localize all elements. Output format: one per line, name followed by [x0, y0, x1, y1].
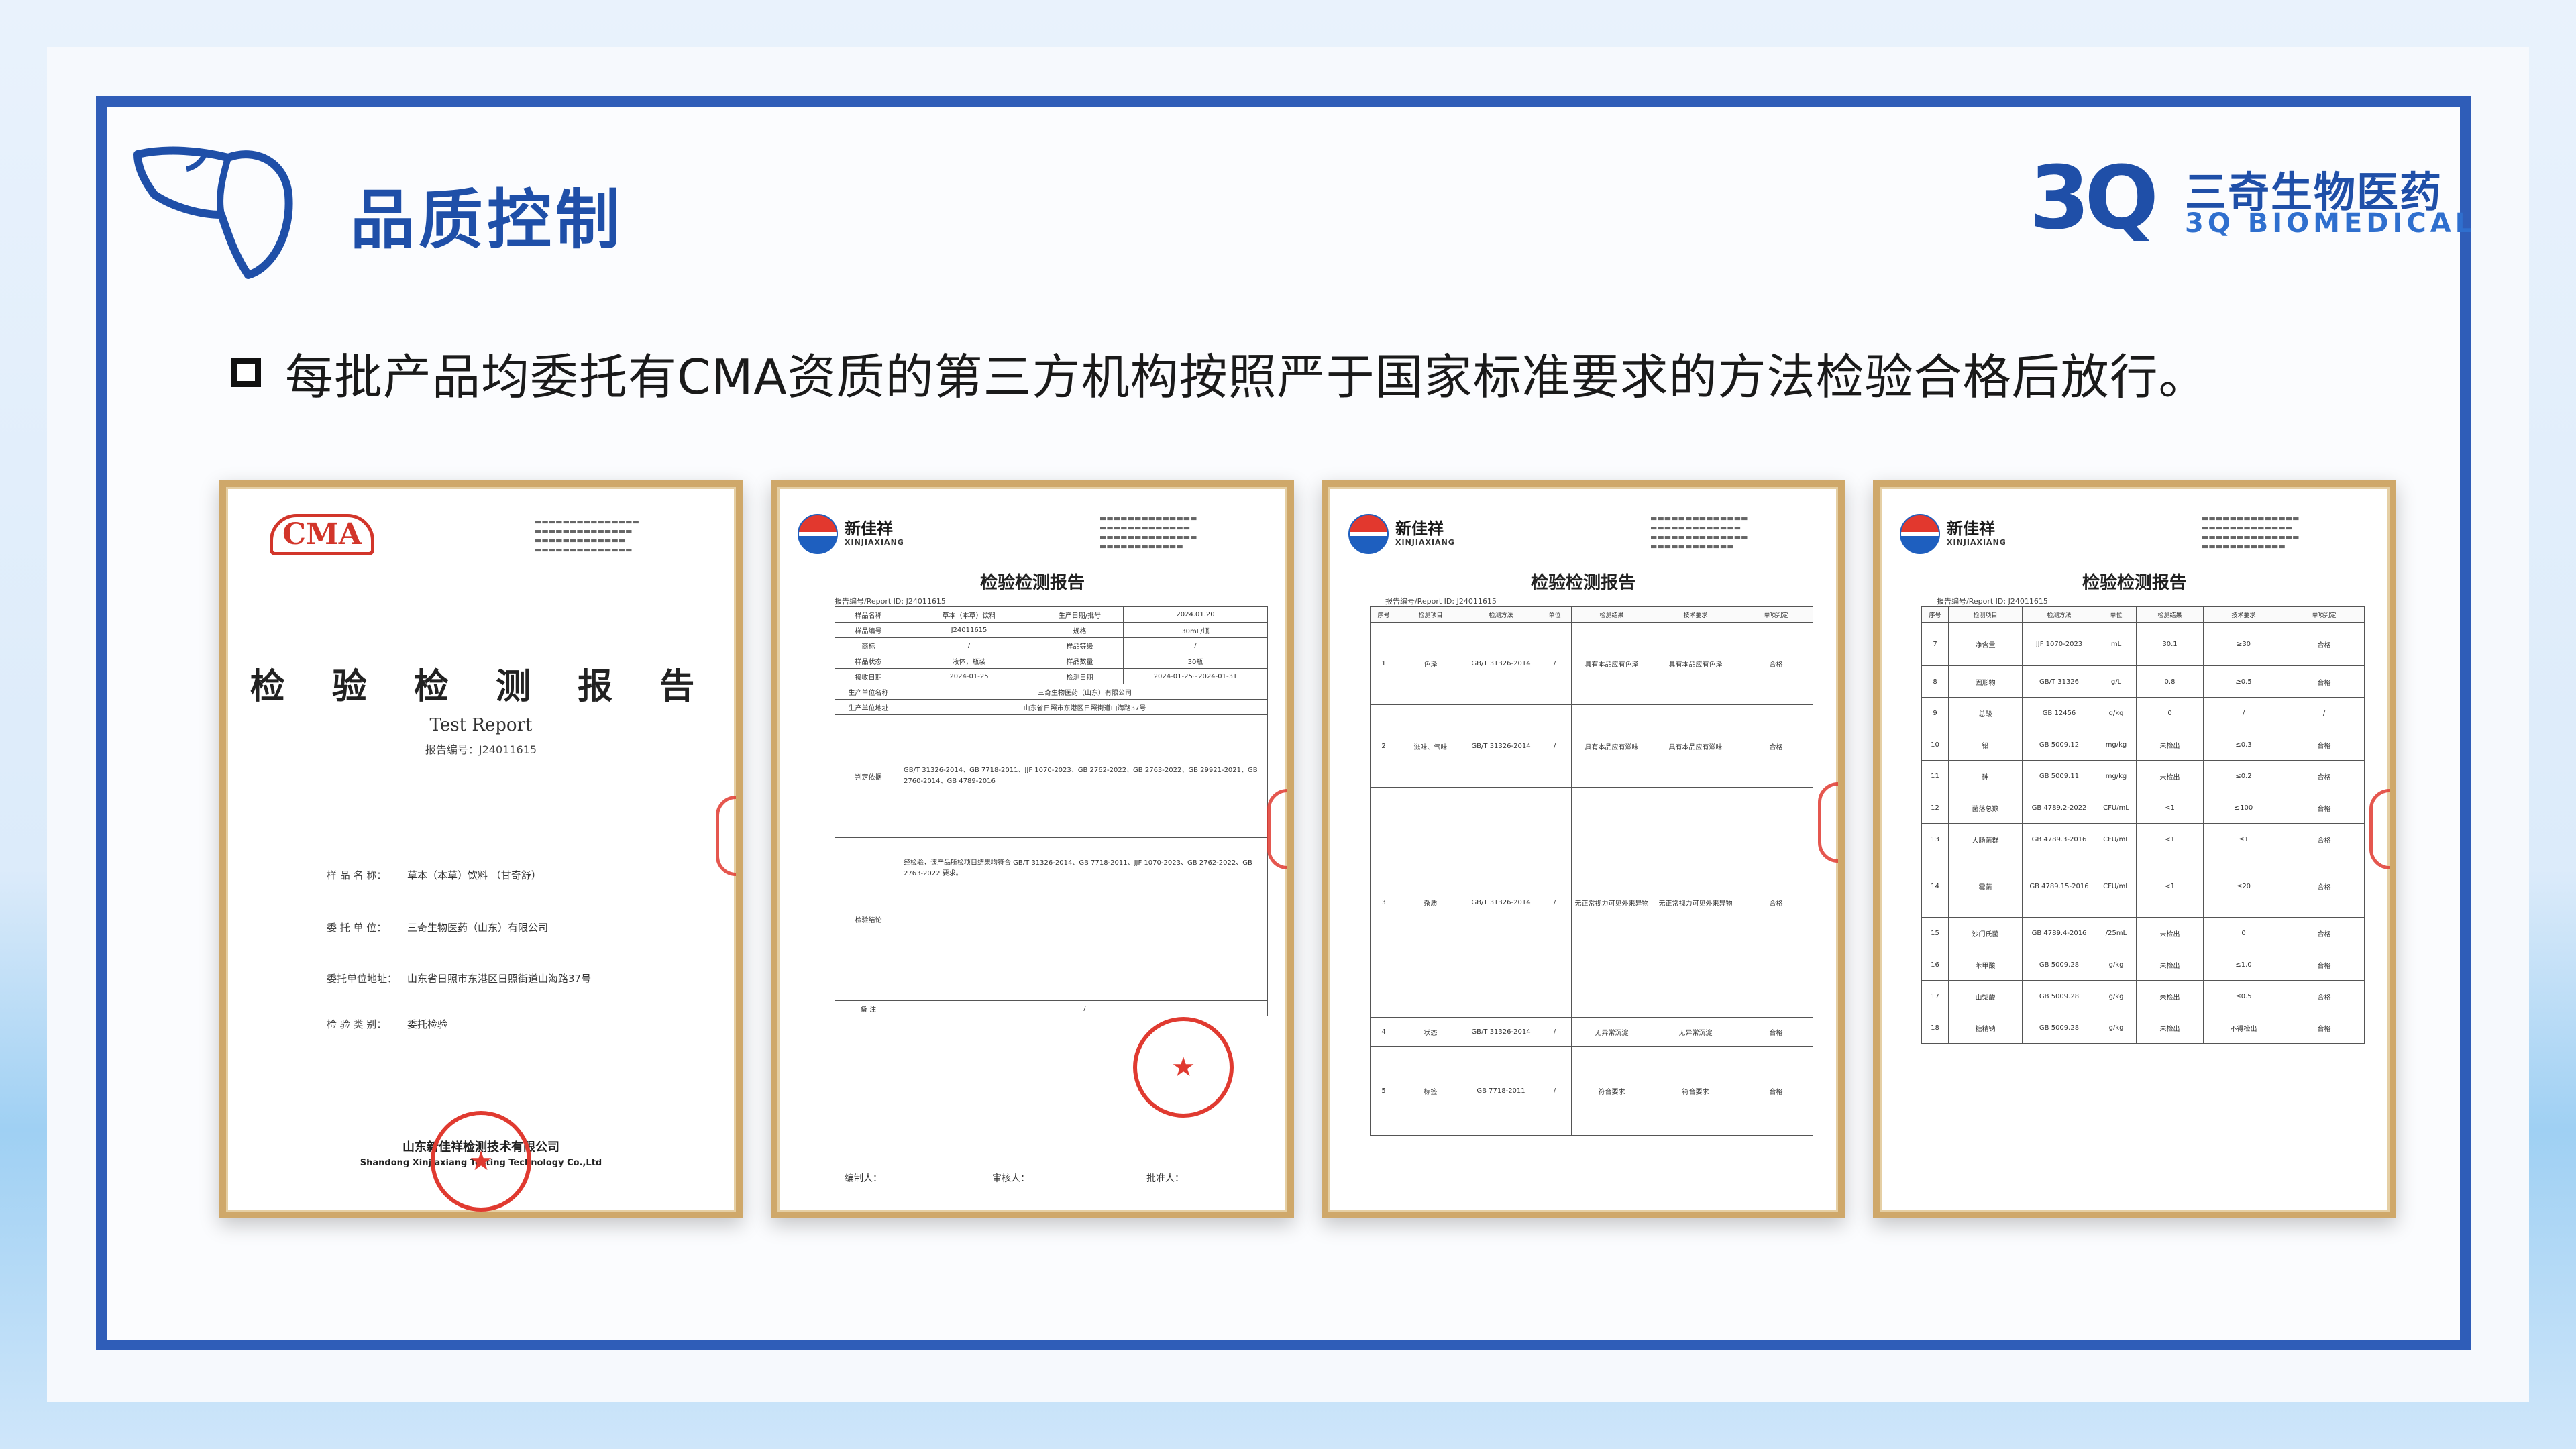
- lab-emblem-icon: [1900, 514, 1940, 554]
- table-row: 12 菌落总数 GB 4789.2-2022 CFU/mL <1 ≤100 合格: [1921, 792, 2365, 824]
- table-row: 17 山梨酸 GB 5009.28 g/kg 未检出 ≤0.5 合格: [1921, 980, 2365, 1012]
- table-row: 样品状态 液体，瓶装 样品数量 30瓶: [835, 653, 1268, 669]
- table-row: 判定依据 GB/T 31326-2014、GB 7718-2011、JJF 107…: [835, 714, 1268, 838]
- report-number: 报告编号：J24011615: [425, 743, 537, 756]
- lab-emblem-icon: [1348, 514, 1389, 554]
- table-row: 15 沙门氏菌 GB 4789.4-2016/25mL 未检出 0 合格: [1921, 917, 2365, 949]
- report-number: 报告编号/Report ID: J24011615: [835, 597, 946, 606]
- table-row: 8 固形物 GB/T 31326 g/L 0.8 ≥0.5 合格: [1921, 665, 2365, 698]
- table-row: 4 状态 GB/T 31326-2014/无异常沉淀 无异常沉淀 合格: [1370, 1017, 1813, 1046]
- results-table: 序号 检测项目 检测方法 单位 检测结果 技术要求 单项判定 1 色泽 GB/T 31326-2…: [1370, 606, 1813, 1136]
- table-row: 生产单位地址 山东省日照市东港区日照街道山海路37号: [835, 699, 1268, 715]
- header-fine-print: ▬▬▬▬▬▬▬▬▬▬▬▬▬▬▬▬▬▬▬▬▬▬▬▬▬▬▬▬▬▬▬▬▬▬▬▬▬▬▬▬…: [2202, 514, 2300, 551]
- table-row: 2 滋味、气味 GB/T 31326-2014/具有本品应有滋味 具有本品应有滋味 合格: [1370, 704, 1813, 788]
- header-fine-print: ▬▬▬▬▬▬▬▬▬▬▬▬▬▬▬▬▬▬▬▬▬▬▬▬▬▬▬▬▬▬▬▬▬▬▬▬▬▬▬▬…: [1650, 514, 1748, 551]
- table-row: 7 净含量 JJF 1070-2023 mL 30.1 ≥30 合格: [1921, 622, 2365, 666]
- report-title: 检验检测报告: [2082, 573, 2187, 593]
- report-page-image: 新佳祥 XINJIAXIANG ▬▬▬▬▬▬▬▬▬▬▬▬▬▬ ▬▬▬▬▬▬▬▬▬▬…: [1322, 480, 1845, 1218]
- table-row: 11 砷 GB 5009.11 mg/kg 未检出 ≤0.2 合格: [1921, 760, 2365, 792]
- table-row: 检验结论 经检验，该产品所检项目结果均符合 GB/T 31326-2014、GB …: [835, 837, 1268, 1001]
- edge-seal: [716, 796, 736, 876]
- edge-seal: [1267, 789, 1287, 869]
- cma-mark: CMA: [270, 514, 374, 555]
- table-header-row: 序号 检测项目 检测方法 单位 检测结果 技术要求 单项判定: [1921, 606, 2365, 623]
- sample-info-table: 样品名称 草本（本草）饮料 生产日期/批号 2024.01.20 样品编号 J24011…: [835, 606, 1268, 1016]
- table-row: 商标 / 样品等级 /: [835, 637, 1268, 653]
- report-title: 检验检测报告: [1530, 573, 1635, 593]
- statement-text: 每批产品均委托有CMA资质的第三方机构按照严于国家标准要求的方法检验合格后放行。: [285, 348, 2208, 405]
- header-fine-print: ▬▬▬▬▬▬▬▬▬▬▬▬▬▬▬▬▬▬▬▬▬▬▬▬▬▬▬▬▬▬▬▬▬▬▬▬▬▬▬▬…: [1099, 514, 1197, 551]
- report-cover-image: CMA ▬▬▬▬▬▬▬▬▬▬▬▬▬▬▬ ▬▬▬▬▬▬▬▬▬▬▬▬▬▬ ▬▬▬▬▬▬▬…: [219, 480, 743, 1218]
- field-row: 委 托 单 位： 三奇生物医药（山东）有限公司: [327, 922, 549, 934]
- table-header-row: 序号 检测项目 检测方法 单位 检测结果 技术要求 单项判定: [1370, 606, 1813, 623]
- page-title: 品质控制: [350, 182, 624, 258]
- report-page-image: 新佳祥 XINJIAXIANG ▬▬▬▬▬▬▬▬▬▬▬▬▬▬ ▬▬▬▬▬▬▬▬▬▬…: [771, 480, 1294, 1218]
- table-row: 3 杂质 GB/T 31326-2014/无正常视力可见外来异物 无正常视力可见外来异…: [1370, 787, 1813, 1018]
- brand-logo: 3Q 三奇生物医药 3Q BIOMEDICAL: [2029, 147, 2472, 249]
- brand-mark: 3Q: [2029, 147, 2159, 249]
- report-title: 检验检测报告: [979, 573, 1085, 593]
- official-seal: ★: [431, 1111, 531, 1212]
- table-row: 样品编号 J24011615 规格 30mL/瓶: [835, 622, 1268, 638]
- field-row: 委托单位地址： 山东省日照市东港区日照街道山海路37号: [327, 973, 592, 985]
- brand-name-en: 3Q BIOMEDICAL: [2185, 208, 2477, 239]
- field-row: 检 验 类 别： 委托检验: [327, 1018, 448, 1030]
- liver-outline-icon: [133, 146, 293, 279]
- edge-seal: [1818, 782, 1838, 863]
- signer-label: 批准人：: [1146, 1173, 1184, 1184]
- table-row: 10 铅 GB 5009.12 mg/kg 未检出 ≤0.3 合格: [1921, 729, 2365, 761]
- signer-label: 审核人：: [992, 1173, 1030, 1184]
- official-seal: ★: [1133, 1017, 1234, 1118]
- signer-label: 编制人：: [845, 1173, 882, 1184]
- table-row: 接收日期 2024-01-25 检测日期 2024-01-25~2024-01-31: [835, 668, 1268, 684]
- report-title: 检 验 检 测 报 告: [250, 666, 712, 707]
- field-row: 样 品 名 称： 草本（本草）饮料 （甘奇舒）: [327, 869, 541, 881]
- lab-emblem-icon: [798, 514, 838, 554]
- table-row: 18 糖精钠 GB 5009.28 g/kg 未检出 不得检出 合格: [1921, 1012, 2365, 1044]
- edge-seal: [2369, 789, 2390, 869]
- table-row: 5 标签 GB 7718-2011/符合要求 符合要求 合格: [1370, 1046, 1813, 1136]
- table-row: 生产单位名称 三奇生物医药（山东）有限公司: [835, 684, 1268, 700]
- report-title-en: Test Report: [429, 715, 533, 735]
- table-row: 16 苯甲酸 GB 5009.28 g/kg 未检出 ≤1.0 合格: [1921, 949, 2365, 981]
- results-table: 序号 检测项目 检测方法 单位 检测结果 技术要求 单项判定 7 净含量 JJF 1070-20…: [1921, 606, 2365, 1044]
- report-number: 报告编号/Report ID: J24011615: [1385, 597, 1497, 606]
- table-row: 样品名称 草本（本草）饮料 生产日期/批号 2024.01.20: [835, 606, 1268, 623]
- report-page-image: 新佳祥 XINJIAXIANG ▬▬▬▬▬▬▬▬▬▬▬▬▬▬ ▬▬▬▬▬▬▬▬▬▬…: [1873, 480, 2396, 1218]
- table-row: 9 总酸 GB 12456 g/kg 0//: [1921, 697, 2365, 729]
- report-gallery: CMA ▬▬▬▬▬▬▬▬▬▬▬▬▬▬▬ ▬▬▬▬▬▬▬▬▬▬▬▬▬▬ ▬▬▬▬▬▬▬…: [219, 480, 2396, 1218]
- table-row: 备 注 /: [835, 1000, 1268, 1016]
- statement-row: 每批产品均委托有CMA资质的第三方机构按照严于国家标准要求的方法检验合格后放行。: [231, 339, 2208, 406]
- report-number: 报告编号/Report ID: J24011615: [1937, 597, 2048, 606]
- table-row: 14 霉菌 GB 4789.15-2016 CFU/mL <1 ≤20 合格: [1921, 855, 2365, 918]
- table-row: 1 色泽 GB/T 31326-2014/具有本品应有色泽 具有本品应有色泽 合格: [1370, 622, 1813, 705]
- table-row: 13 大肠菌群 GB 4789.3-2016 CFU/mL <1 ≤1 合格: [1921, 823, 2365, 855]
- header-fine-print: ▬▬▬▬▬▬▬▬▬▬▬▬▬▬▬▬▬▬▬▬▬▬▬▬▬▬▬▬▬▬▬▬▬▬▬▬▬▬▬▬…: [535, 517, 639, 554]
- square-bullet-icon: [231, 358, 261, 387]
